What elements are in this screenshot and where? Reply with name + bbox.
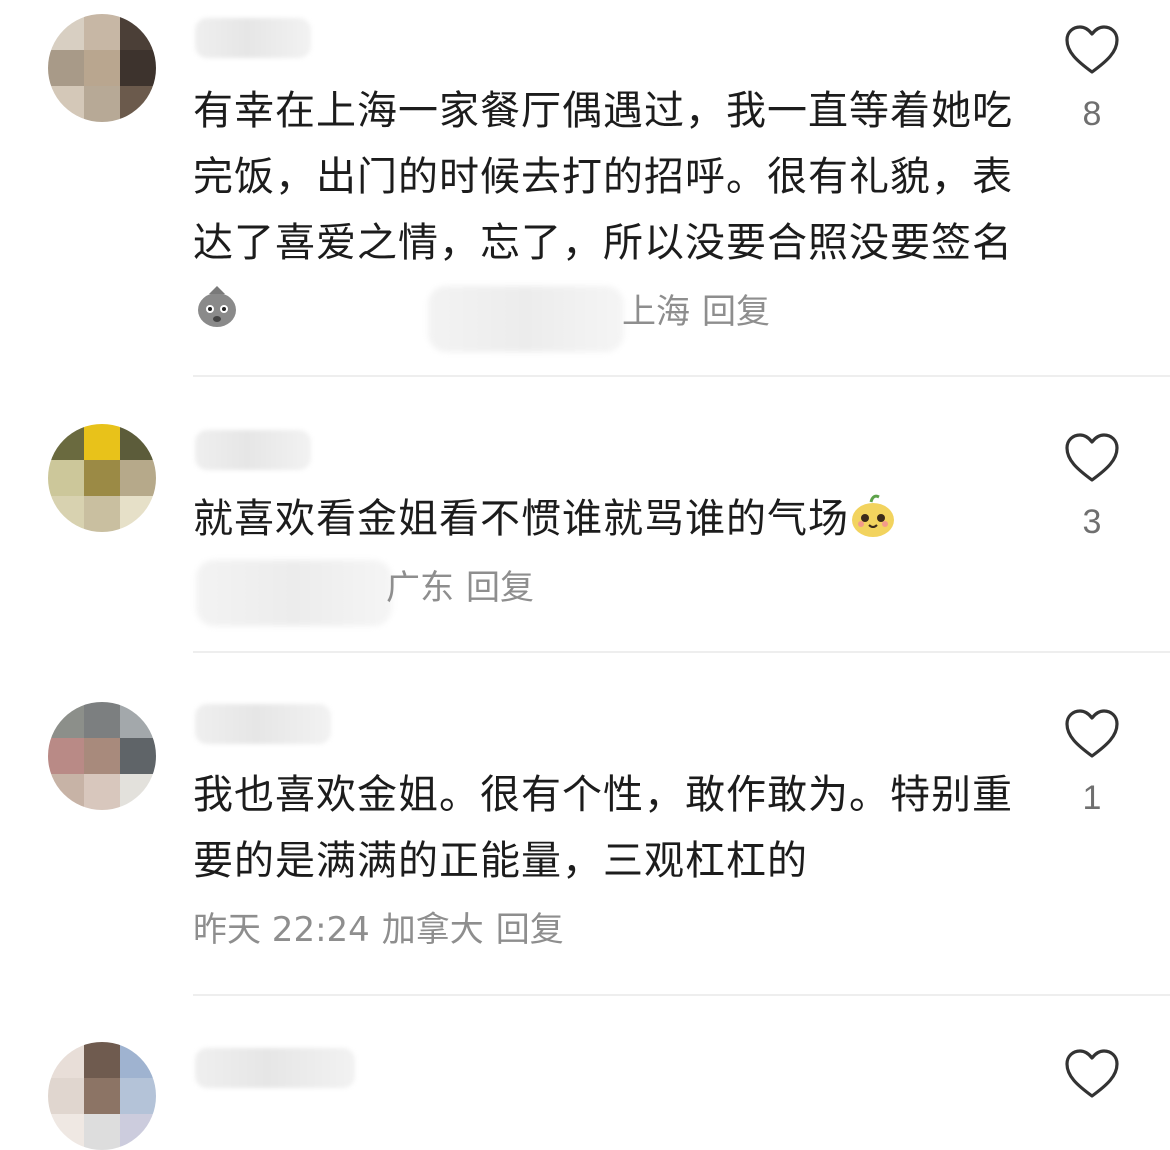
location-label: 广东 [386,568,454,608]
like-count: 3 [1082,503,1102,541]
location-label: 上海 [622,292,690,332]
comment-meta: 上海 回复 [622,290,782,334]
heart-outline-icon[interactable] [1063,24,1121,76]
like-button[interactable] [1058,1048,1126,1100]
username[interactable] [195,430,311,470]
location-label: 加拿大 [381,910,484,950]
like-count: 8 [1082,95,1102,133]
divider [193,651,1170,653]
divider [193,994,1170,996]
comment-meta: 广东 回复 [386,566,546,610]
reply-button[interactable]: 回复 [496,910,564,950]
avatar[interactable] [48,702,156,810]
reply-button[interactable]: 回复 [466,568,534,608]
comment-meta: 昨天 22:24 加拿大 回复 [193,908,576,952]
sweat-bag-emoji [198,286,236,327]
username[interactable] [195,1048,355,1088]
heart-outline-icon[interactable] [1063,708,1121,760]
like-button[interactable]: 3 [1058,432,1126,542]
like-button[interactable]: 1 [1058,708,1126,818]
heart-outline-icon[interactable] [1063,1048,1121,1100]
username[interactable] [195,704,331,744]
like-count: 1 [1082,779,1102,817]
cute-face-emoji [852,494,894,537]
avatar[interactable] [48,1042,156,1150]
avatar[interactable] [48,14,156,122]
reply-button[interactable]: 回复 [702,292,770,332]
divider [193,375,1170,377]
timestamp: 昨天 22:24 [193,910,370,950]
timestamp [428,286,624,352]
timestamp [196,560,392,626]
username[interactable] [195,18,311,58]
like-button[interactable]: 8 [1058,24,1126,134]
comment-text: 就喜欢看金姐看不惯谁就骂谁的气场 [193,486,1023,552]
comment-text: 我也喜欢金姐。很有个性，敢作敢为。特别重要的是满满的正能量，三观杠杠的 [193,772,1013,884]
heart-outline-icon[interactable] [1063,432,1121,484]
avatar[interactable] [48,424,156,532]
